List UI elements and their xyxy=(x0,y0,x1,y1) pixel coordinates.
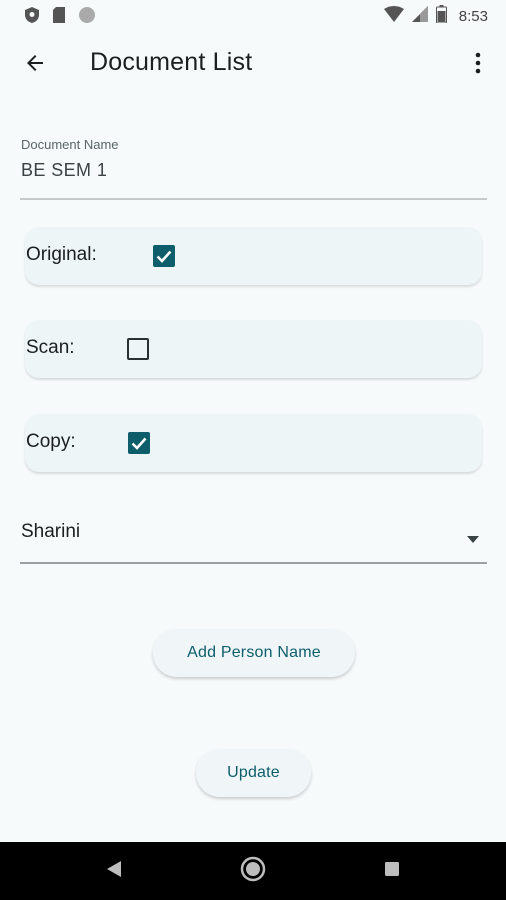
document-name-field[interactable]: Document Name BE SEM 1 xyxy=(20,134,487,200)
status-time: 8:53 xyxy=(458,8,488,25)
home-circle-icon xyxy=(240,856,266,887)
add-person-name-button[interactable]: Add Person Name xyxy=(153,629,355,677)
nav-recents-button[interactable] xyxy=(377,856,407,886)
copy-checkbox-card[interactable]: Copy: xyxy=(25,414,482,472)
person-dropdown[interactable]: Sharini xyxy=(20,506,487,564)
recents-square-icon xyxy=(384,861,400,882)
copy-checkbox[interactable] xyxy=(128,432,150,454)
copy-label: Copy: xyxy=(26,431,76,452)
page-title: Document List xyxy=(90,48,253,76)
status-bar: 8:53 xyxy=(0,0,506,30)
status-left-icons xyxy=(24,6,96,29)
signal-icon xyxy=(411,6,428,27)
status-right-icons: 8:53 xyxy=(383,5,488,28)
person-dropdown-value: Sharini xyxy=(21,521,81,542)
scan-label: Scan: xyxy=(26,337,75,358)
checkmark-icon xyxy=(128,437,150,458)
back-button[interactable] xyxy=(20,50,50,80)
back-triangle-icon xyxy=(106,860,122,883)
arrow-left-icon xyxy=(23,51,47,80)
document-name-input[interactable]: BE SEM 1 xyxy=(21,160,107,181)
original-label: Original: xyxy=(26,244,97,265)
document-name-label: Document Name xyxy=(21,137,119,152)
nav-back-button[interactable] xyxy=(99,856,129,886)
update-button[interactable]: Update xyxy=(196,749,311,797)
sd-card-icon xyxy=(52,6,66,29)
battery-icon xyxy=(435,5,447,28)
original-checkbox[interactable] xyxy=(153,245,175,267)
shield-icon xyxy=(24,6,40,29)
checkmark-icon xyxy=(153,250,175,271)
circle-icon xyxy=(78,6,96,29)
scan-checkbox-card[interactable]: Scan: xyxy=(25,320,482,378)
more-options-button[interactable] xyxy=(468,50,488,80)
wifi-icon xyxy=(383,6,404,27)
more-vertical-icon xyxy=(475,52,481,79)
app-bar: Document List xyxy=(0,36,506,92)
nav-home-button[interactable] xyxy=(238,856,268,886)
scan-checkbox[interactable] xyxy=(127,338,149,360)
caret-down-icon xyxy=(467,530,479,548)
system-nav-bar xyxy=(0,842,506,900)
original-checkbox-card[interactable]: Original: xyxy=(25,227,482,285)
